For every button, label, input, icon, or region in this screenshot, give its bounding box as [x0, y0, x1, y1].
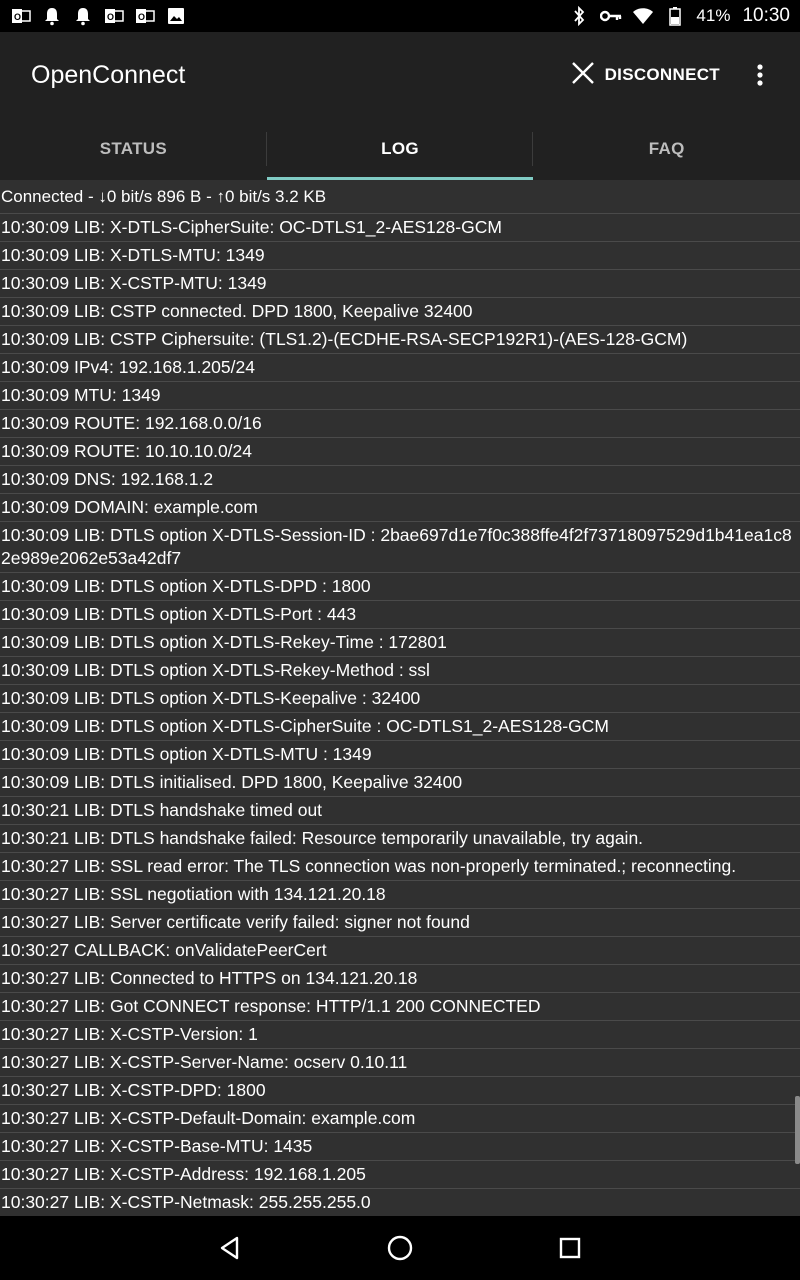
log-entry: 10:30:27 LIB: X-CSTP-DPD: 1800 — [0, 1077, 800, 1105]
tab-faq-label: FAQ — [648, 139, 685, 158]
log-entry: 10:30:27 LIB: X-CSTP-Default-Domain: exa… — [0, 1105, 800, 1133]
log-entry: 10:30:27 LIB: SSL read error: The TLS co… — [0, 853, 800, 881]
outlook-icon: O — [134, 6, 156, 26]
log-entry: 10:30:27 LIB: X-CSTP-Netmask: 255.255.25… — [0, 1189, 800, 1216]
log-entry: 10:30:09 LIB: CSTP Ciphersuite: (TLS1.2)… — [0, 326, 800, 354]
log-entry: 10:30:27 LIB: SSL negotiation with 134.1… — [0, 881, 800, 909]
notification-icons: O O O — [0, 6, 187, 26]
overflow-menu-button[interactable] — [748, 55, 772, 95]
svg-text:O: O — [107, 12, 114, 22]
svg-text:O: O — [138, 12, 145, 22]
bell-icon — [41, 6, 63, 26]
wifi-icon — [632, 6, 654, 26]
tab-status-label: STATUS — [99, 139, 167, 158]
log-entry: 10:30:09 LIB: DTLS option X-DTLS-Port : … — [0, 601, 800, 629]
back-icon — [220, 1236, 239, 1260]
log-entry: 10:30:27 LIB: X-CSTP-Server-Name: ocserv… — [0, 1049, 800, 1077]
recents-icon — [559, 1237, 581, 1259]
status-bar: O O O 41% 10:30 — [0, 0, 800, 32]
log-entry: 10:30:09 LIB: DTLS option X-DTLS-DPD : 1… — [0, 573, 800, 601]
log-entry: 10:30:09 LIB: DTLS option X-DTLS-Keepali… — [0, 685, 800, 713]
log-entry: 10:30:09 LIB: DTLS option X-DTLS-MTU : 1… — [0, 741, 800, 769]
log-entry: 10:30:27 LIB: Got CONNECT response: HTTP… — [0, 993, 800, 1021]
log-entry: 10:30:09 IPv4: 192.168.1.205/24 — [0, 354, 800, 382]
log-entry: 10:30:09 LIB: X-CSTP-MTU: 1349 — [0, 270, 800, 298]
disconnect-button[interactable]: DISCONNECT — [571, 61, 720, 90]
log-entry: 10:30:21 LIB: DTLS handshake timed out — [0, 797, 800, 825]
log-entry: 10:30:09 LIB: X-DTLS-MTU: 1349 — [0, 242, 800, 270]
log-entry: 10:30:27 LIB: X-CSTP-Address: 192.168.1.… — [0, 1161, 800, 1189]
app-title: OpenConnect — [31, 60, 186, 89]
log-entry: 10:30:09 ROUTE: 192.168.0.0/16 — [0, 410, 800, 438]
back-button[interactable] — [145, 1216, 315, 1280]
outlook-icon: O — [103, 6, 125, 26]
log-entry: 10:30:09 LIB: X-DTLS-CipherSuite: OC-DTL… — [0, 214, 800, 242]
tab-log[interactable]: LOG — [266, 118, 534, 180]
log-content[interactable]: Connected - ↓0 bit/s 896 B - ↑0 bit/s 3.… — [0, 180, 800, 1216]
bluetooth-icon — [568, 6, 590, 26]
vpn-key-icon — [600, 6, 622, 26]
battery-percentage: 41% — [696, 6, 731, 25]
connection-summary: Connected - ↓0 bit/s 896 B - ↑0 bit/s 3.… — [0, 180, 800, 214]
log-entry: 10:30:09 LIB: DTLS initialised. DPD 1800… — [0, 769, 800, 797]
log-entry: 10:30:27 LIB: X-CSTP-Base-MTU: 1435 — [0, 1133, 800, 1161]
log-entry: 10:30:09 LIB: CSTP connected. DPD 1800, … — [0, 298, 800, 326]
navigation-bar — [0, 1216, 800, 1280]
tab-log-label: LOG — [381, 139, 419, 158]
disconnect-label: DISCONNECT — [604, 65, 720, 84]
outlook-icon: O — [10, 6, 32, 26]
log-entry: 10:30:21 LIB: DTLS handshake failed: Res… — [0, 825, 800, 853]
app-bar: OpenConnect DISCONNECT — [0, 32, 800, 118]
log-entry: 10:30:27 CALLBACK: onValidatePeerCert — [0, 937, 800, 965]
log-entry: 10:30:27 LIB: Connected to HTTPS on 134.… — [0, 965, 800, 993]
scrollbar-thumb[interactable] — [795, 1096, 800, 1164]
log-entry: 10:30:09 LIB: DTLS option X-DTLS-Rekey-M… — [0, 657, 800, 685]
log-entry: 10:30:09 DNS: 192.168.1.2 — [0, 466, 800, 494]
recents-button[interactable] — [485, 1216, 655, 1280]
close-icon — [571, 61, 595, 90]
clock: 10:30 — [742, 5, 790, 26]
log-list[interactable]: 10:30:09 LIB: X-DTLS-CipherSuite: OC-DTL… — [0, 214, 800, 1216]
log-entry: 10:30:27 LIB: X-CSTP-Version: 1 — [0, 1021, 800, 1049]
tab-status[interactable]: STATUS — [0, 118, 267, 180]
tab-faq[interactable]: FAQ — [533, 118, 800, 180]
log-entry: 10:30:09 LIB: DTLS option X-DTLS-CipherS… — [0, 713, 800, 741]
battery-icon — [664, 6, 686, 26]
home-icon — [387, 1235, 413, 1261]
tab-bar: STATUS LOG FAQ — [0, 118, 800, 180]
log-entry: 10:30:27 LIB: Server certificate verify … — [0, 909, 800, 937]
svg-text:O: O — [14, 12, 21, 22]
home-button[interactable] — [315, 1216, 485, 1280]
log-entry: 10:30:09 DOMAIN: example.com — [0, 494, 800, 522]
log-entry: 10:30:09 MTU: 1349 — [0, 382, 800, 410]
more-vert-icon — [757, 64, 763, 86]
log-entry: 10:30:09 ROUTE: 10.10.10.0/24 — [0, 438, 800, 466]
image-icon — [165, 6, 187, 26]
log-entry: 10:30:09 LIB: DTLS option X-DTLS-Session… — [0, 522, 800, 573]
bell-icon — [72, 6, 94, 26]
log-entry: 10:30:09 LIB: DTLS option X-DTLS-Rekey-T… — [0, 629, 800, 657]
